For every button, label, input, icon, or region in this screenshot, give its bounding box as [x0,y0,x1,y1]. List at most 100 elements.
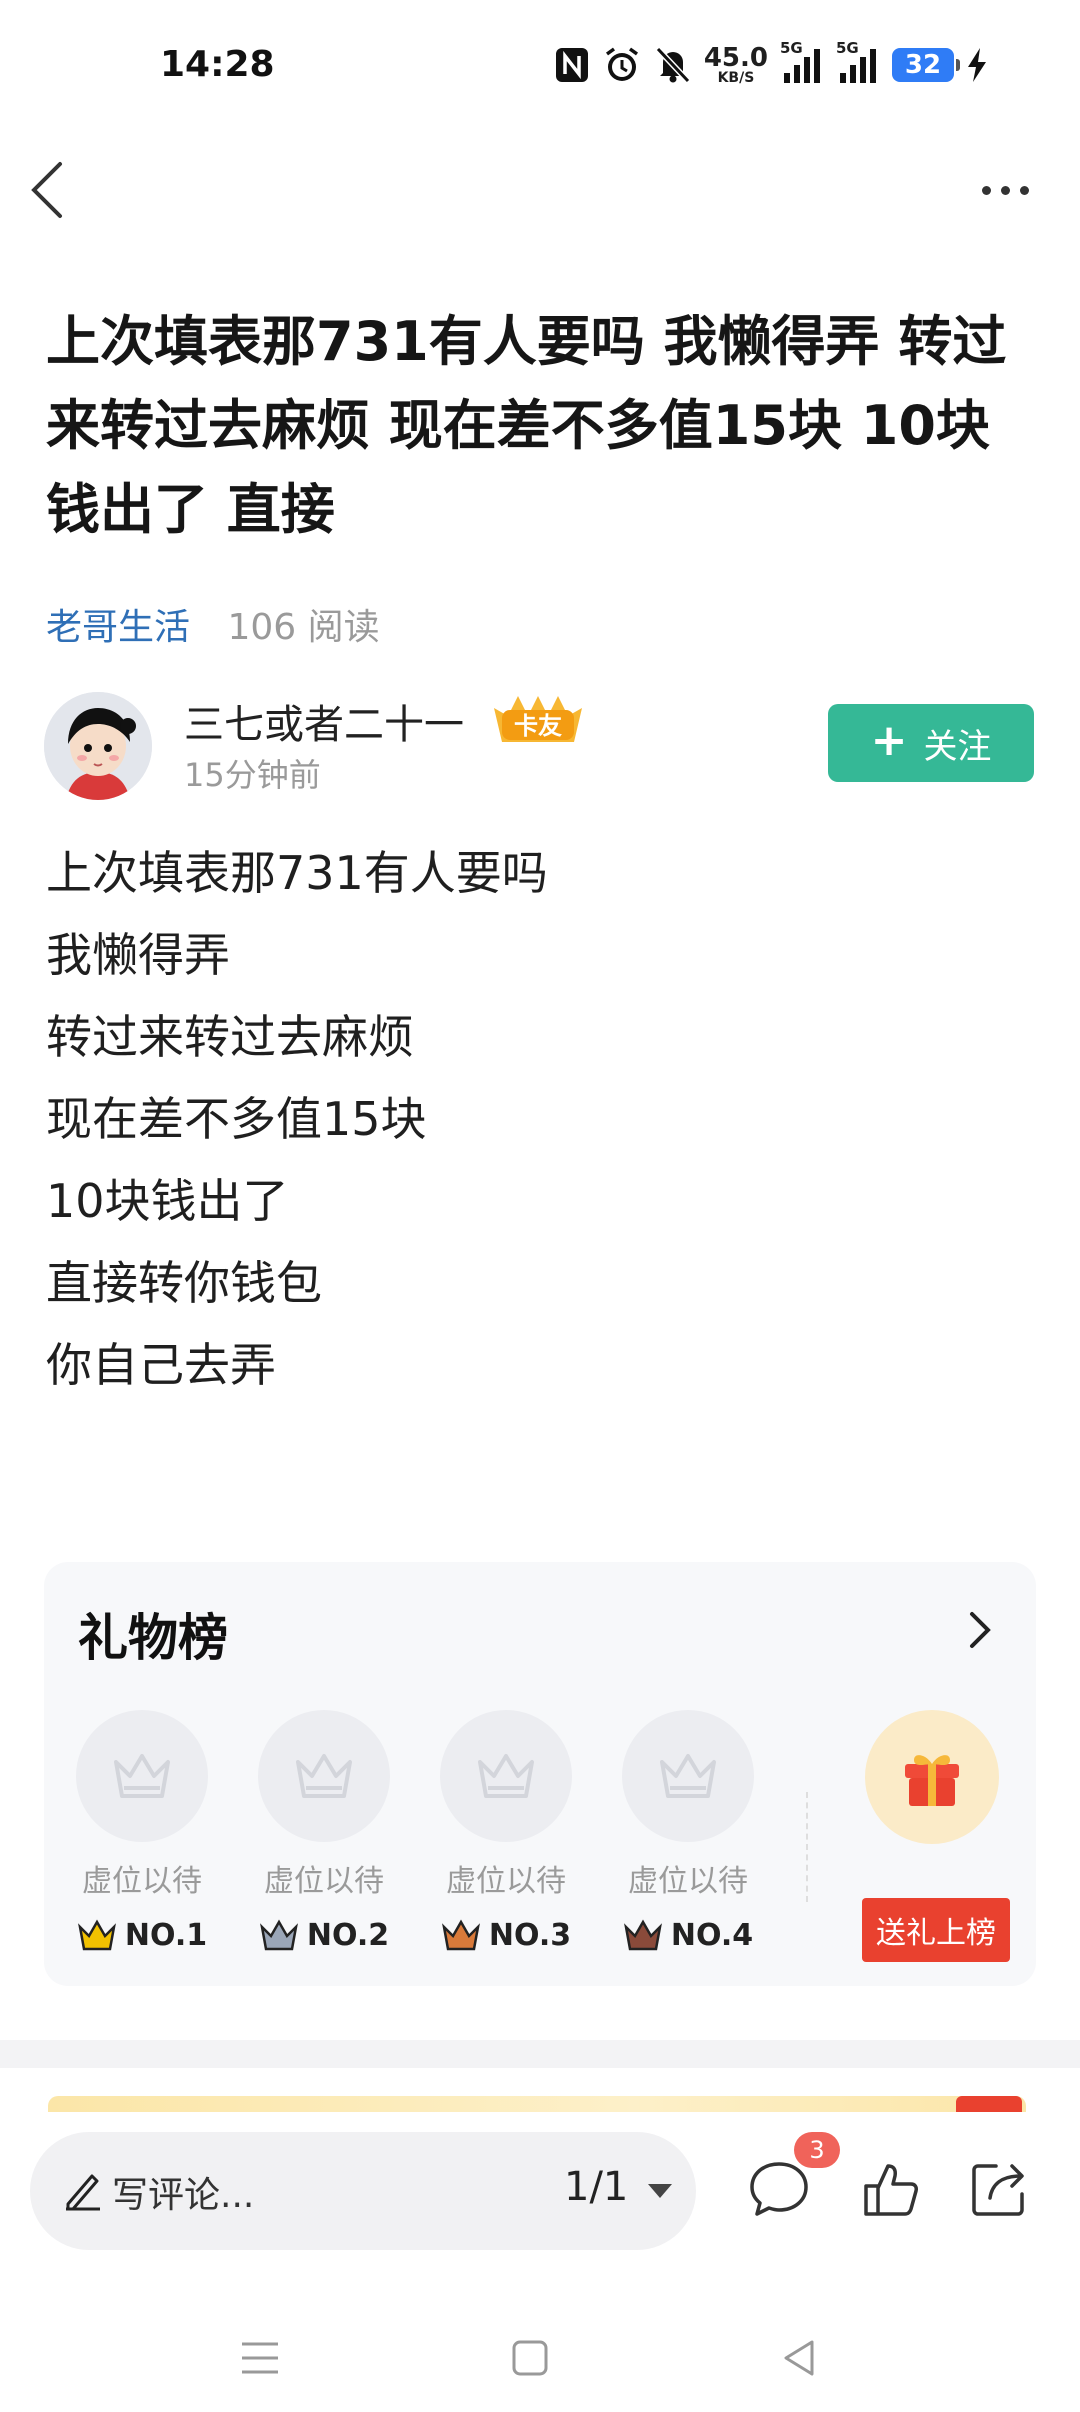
thumbs-up-icon [864,2164,918,2216]
chevron-right-icon [970,1612,991,1648]
comment-input[interactable]: 写评论... 1/1 [30,2132,696,2250]
body-line: 上次填表那731有人要吗 [46,846,548,900]
rank-label: NO.2 [256,1918,392,1953]
crown-outline-icon [660,1754,716,1798]
read-count: 106 阅读 [227,607,380,648]
menu-lines-icon [242,2342,278,2374]
rank-label: NO.4 [620,1918,756,1953]
gift-box-icon [905,1755,959,1806]
recents-button[interactable] [232,2330,288,2386]
alarm-icon [602,45,642,85]
group-link[interactable]: 老哥生活 [46,607,190,648]
more-dot-icon [1019,185,1029,195]
slot-placeholder: 虚位以待 [264,1864,384,1899]
body-line: 直接转你钱包 [46,1256,322,1310]
status-icons: 45.0 KB/S 5G 5G 32 [554,39,988,90]
back-arrow-icon [31,162,62,218]
speed-icon: 45.0 KB/S [704,45,768,85]
battery-level: 32 [904,50,942,80]
share-icon [972,2164,1024,2216]
body-line: 你自己去弄 [46,1338,276,1392]
crown-outline-icon [478,1754,534,1798]
more-dot-icon [1000,185,1010,195]
send-gift-button[interactable]: 送礼上榜 [862,1898,1010,1962]
plus-icon: + [870,715,908,766]
more-button[interactable] [970,170,1040,210]
comment-count-badge: 3 [794,2132,840,2168]
crown-icon [623,1918,662,1950]
rank-label: NO.1 [74,1918,210,1953]
page-indicator[interactable]: 1/1 [564,2164,628,2210]
author-name[interactable]: 三七或者二十一 [184,692,464,750]
gift-slot[interactable]: 虚位以待 NO.3 [438,1710,574,1953]
body-line: 10块钱出了 [46,1174,289,1228]
share-button[interactable] [966,2156,1032,2222]
pencil-icon [66,2174,100,2211]
comment-bubble-icon [750,2162,808,2216]
crown-icon [441,1918,480,1950]
square-icon [512,2340,548,2376]
empty-slot-circle [258,1710,390,1842]
sim1-label: 5G [780,39,803,57]
body-line: 我懒得弄 [46,928,230,982]
rank-number: NO.4 [670,1918,754,1953]
net-speed-value: 45.0 [703,43,768,73]
system-navigation-bar [0,2300,1080,2412]
signal-icon: 5G [836,39,880,85]
caret-down-icon[interactable] [648,2184,672,2198]
more-dot-icon [981,185,991,195]
gift-slot[interactable]: 虚位以待 NO.2 [256,1710,392,1953]
member-badge: 卡友 [488,690,588,746]
status-time: 14:28 [160,44,275,85]
bottom-action-bar: 写评论... 1/1 3 [0,2112,1080,2272]
crown-icon [259,1918,298,1950]
crown-outline-icon [114,1754,170,1798]
crown-icon [77,1918,116,1950]
net-speed-unit: KB/S [717,70,755,86]
follow-button[interactable]: + 关注 [828,704,1034,782]
post-title: 上次填表那731有人要吗 我懒得弄 转过来转过去麻烦 现在差不多值15块 10块… [46,310,1007,541]
mute-icon [654,45,692,85]
gift-board-title: 礼物榜 [78,1609,228,1667]
avatar-image [44,692,152,800]
body-line: 转过来转过去麻烦 [46,1010,414,1064]
charging-icon [966,47,988,83]
slot-placeholder: 虚位以待 [628,1864,748,1899]
gift-slot[interactable]: 虚位以待 NO.1 [74,1710,210,1953]
back-nav-button[interactable] [772,2330,828,2386]
crown-outline-icon [296,1754,352,1798]
slot-placeholder: 虚位以待 [82,1864,202,1899]
section-separator [0,2040,1080,2068]
home-button[interactable] [502,2330,558,2386]
follow-label: 关注 [923,726,992,767]
like-button[interactable] [858,2156,924,2222]
empty-slot-circle [76,1710,208,1842]
gift-slot[interactable]: 虚位以待 NO.4 [620,1710,756,1953]
slot-placeholder: 虚位以待 [446,1864,566,1899]
badge-label: 卡友 [514,712,562,740]
battery-icon: 32 [892,48,960,82]
body-line: 现在差不多值15块 [46,1092,427,1146]
back-button[interactable] [22,158,82,222]
divider [806,1792,808,1902]
gift-board-more-button[interactable] [960,1606,1000,1654]
status-bar: 14:28 45.0 KB/S 5G 5G 32 [0,0,1080,140]
rank-label: NO.3 [438,1918,574,1953]
comment-button[interactable] [746,2156,812,2222]
gift-board: 礼物榜 虚位以待 NO.1 虚位以待 NO.2 虚位以待 NO.3 虚位以待 N… [44,1562,1036,1986]
post-meta: 老哥生活 106 阅读 [46,598,380,650]
nfc-icon [554,46,590,84]
empty-slot-circle [622,1710,754,1842]
signal-icon: 5G [780,39,824,85]
sim2-label: 5G [836,39,859,57]
top-nav [0,150,1080,230]
triangle-back-icon [784,2340,814,2376]
author-row: 三七或者二十一 卡友 15分钟前 + 关注 [44,692,1044,812]
avatar[interactable] [44,692,152,800]
rank-number: NO.1 [124,1918,208,1953]
rank-number: NO.2 [306,1918,390,1953]
comment-placeholder: 写评论... [112,2175,255,2216]
gift-button[interactable] [865,1710,999,1844]
post-time: 15分钟前 [184,756,321,794]
rank-number: NO.3 [488,1918,572,1953]
